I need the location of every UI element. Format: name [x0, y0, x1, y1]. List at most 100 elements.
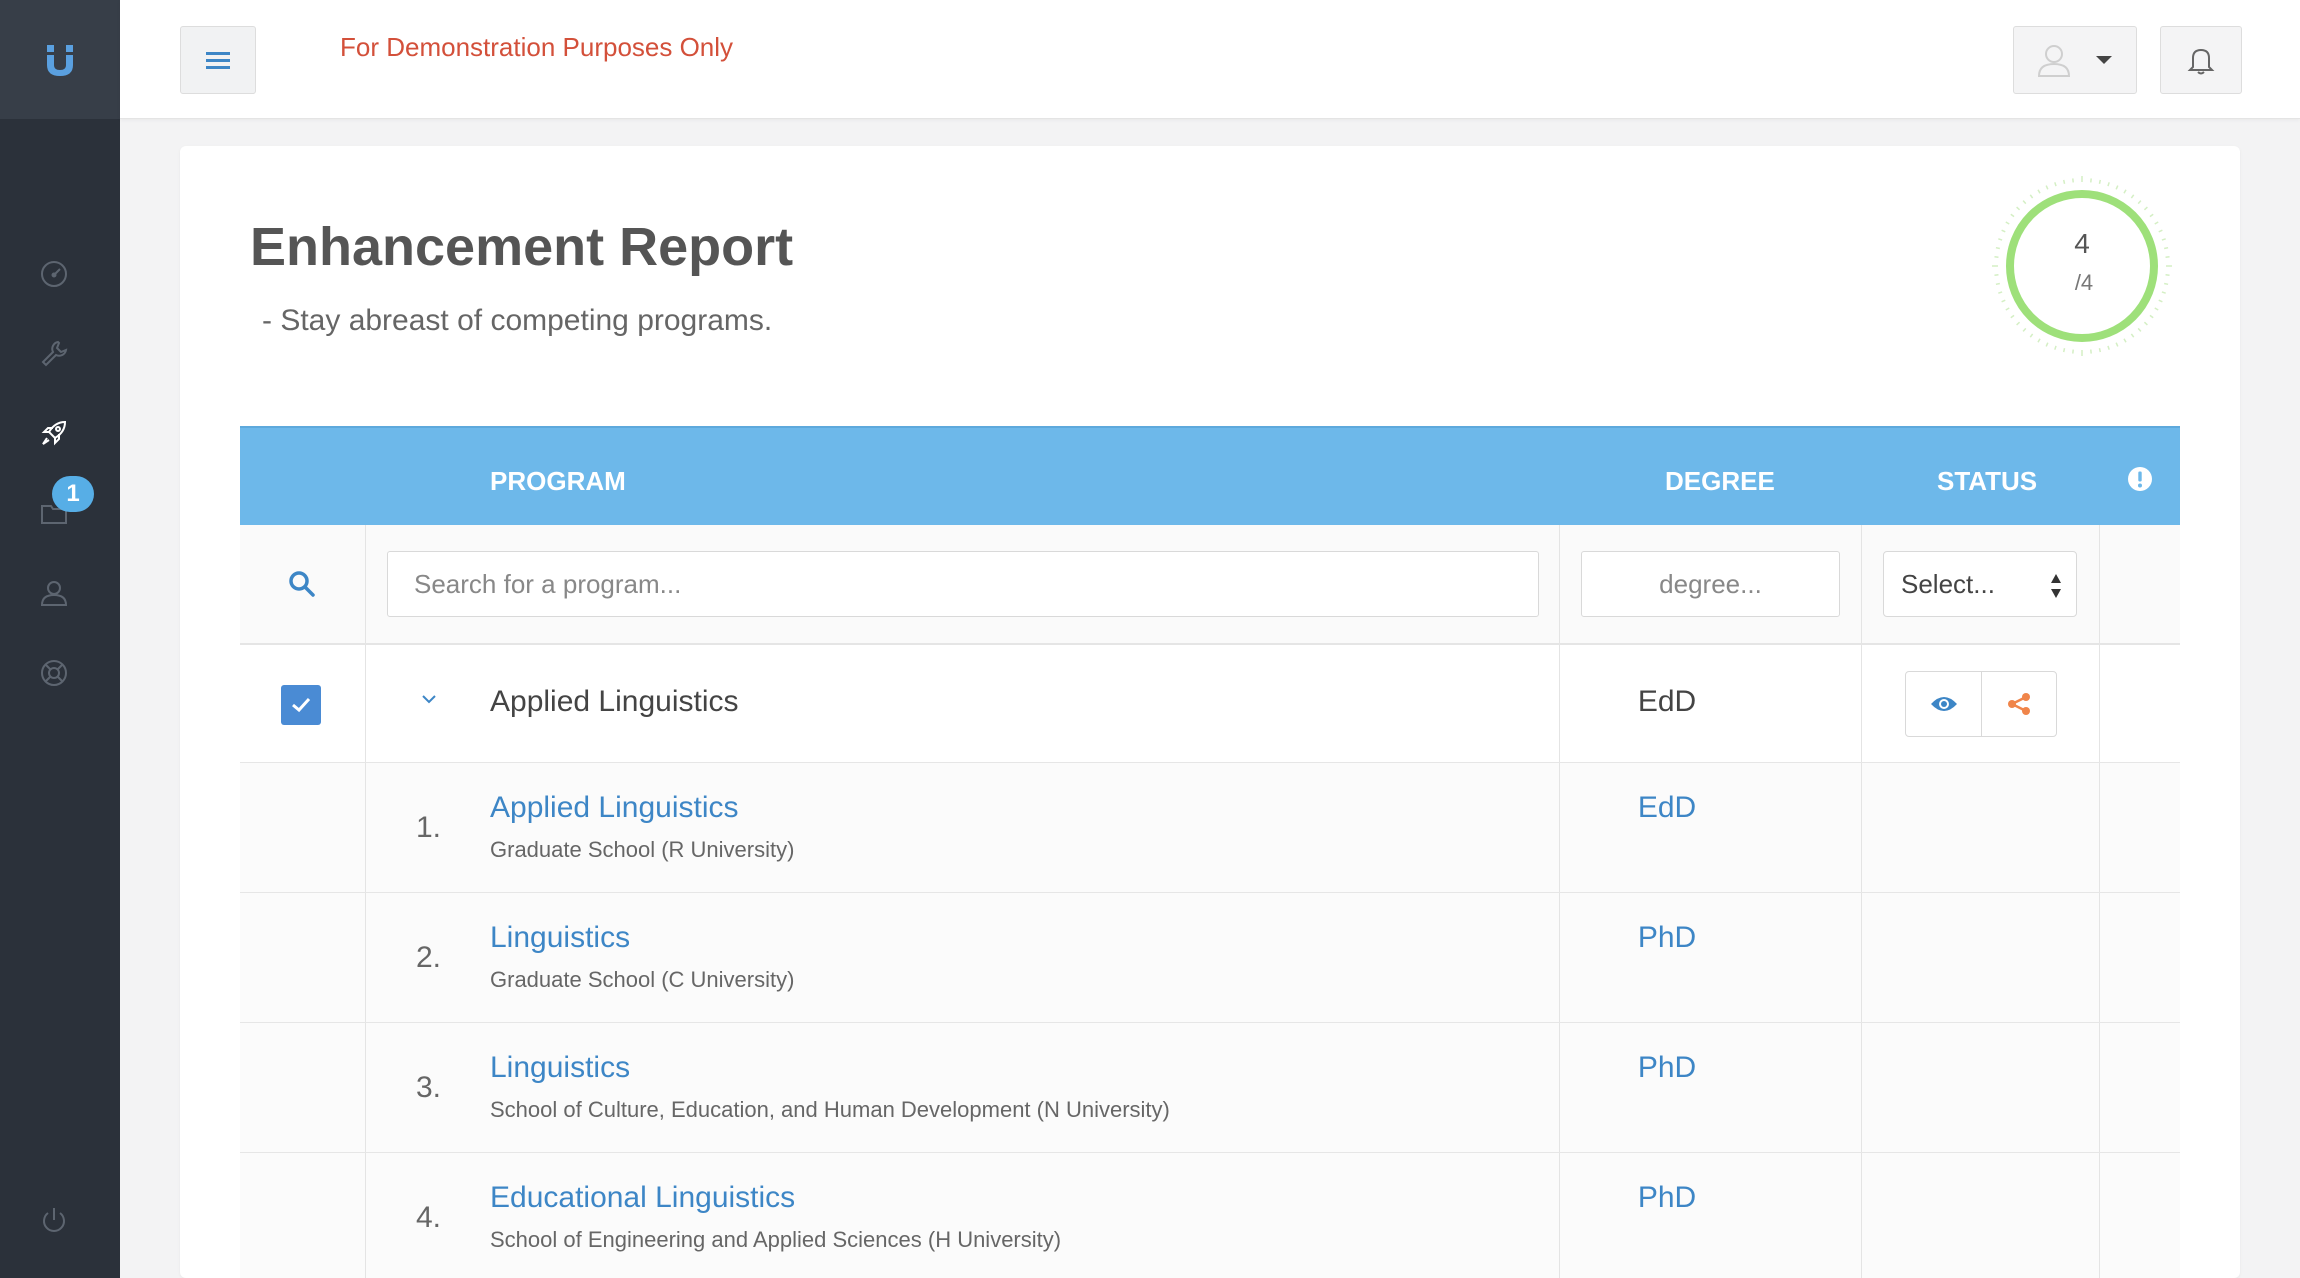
view-button[interactable] [1906, 672, 1981, 736]
table-row-group[interactable]: Applied Linguistics EdD [240, 645, 2180, 763]
progress-tick [2149, 314, 2154, 319]
progress-tick [2022, 200, 2027, 205]
progress-tick [2010, 213, 2015, 218]
bell-icon [2187, 48, 2215, 75]
progress-total: /4 [2074, 270, 2094, 295]
sidebar-item-help[interactable] [37, 656, 71, 690]
status-select[interactable]: Select... [1883, 551, 2077, 617]
sidebar-item-tools[interactable] [37, 336, 71, 370]
progress-tick [2115, 185, 2119, 190]
progress-tick [2107, 182, 2110, 187]
chevron-down-icon[interactable] [420, 693, 438, 705]
column-header-degree[interactable]: DEGREE [1665, 466, 1775, 497]
programs-table: PROGRAM DEGREE STATUS Select... [240, 426, 2180, 1278]
program-link[interactable]: Applied Linguistics [490, 791, 738, 825]
top-bar: For Demonstration Purposes Only [120, 0, 2300, 119]
chevron-down-icon [2096, 56, 2112, 64]
progress-tick [2107, 345, 2110, 350]
table-row[interactable]: 3. Linguistics School of Culture, Educatio… [240, 1023, 2180, 1153]
progress-tick [2149, 213, 2154, 218]
logo[interactable] [0, 0, 120, 119]
degree-link[interactable]: PhD [1587, 1051, 1747, 1085]
report-card: Enhancement Report - Stay abreast of com… [180, 146, 2240, 1278]
table-row[interactable]: 4. Educational Linguistics School of Engin… [240, 1153, 2180, 1278]
program-school: School of Culture, Education, and Human … [490, 1097, 1170, 1122]
user-menu-button[interactable] [2013, 26, 2137, 94]
row-number: 4. [416, 1201, 442, 1234]
progress-arc [2006, 190, 2158, 342]
sidebar-item-logout[interactable] [37, 1203, 71, 1237]
table-row[interactable]: 2. Linguistics Graduate School (C Universi… [240, 893, 2180, 1023]
progress-tick [2158, 299, 2163, 303]
sidebar: 1 [0, 0, 120, 1278]
degree-filter-input[interactable] [1581, 551, 1840, 617]
sidebar-item-profile[interactable] [37, 576, 71, 610]
progress-tick [2054, 182, 2057, 187]
share-icon [2008, 693, 2030, 715]
program-link[interactable]: Linguistics [490, 1051, 630, 1085]
share-button[interactable] [1981, 672, 2056, 736]
progress-tick [2045, 185, 2049, 190]
user-avatar-icon [2037, 45, 2071, 77]
group-program-name: Applied Linguistics [490, 685, 739, 718]
notifications-button[interactable] [2160, 26, 2242, 94]
degree-link[interactable]: PhD [1587, 921, 1747, 955]
progress-tick [2115, 342, 2119, 347]
progress-tick [2029, 333, 2034, 338]
progress-tick [2123, 189, 2127, 194]
progress-tick [2137, 327, 2142, 332]
progress-ring-graphic [1990, 174, 2174, 358]
search-icon [289, 571, 315, 597]
progress-tick [2016, 206, 2021, 211]
progress-tick [2010, 314, 2015, 319]
speedometer-icon [41, 261, 67, 287]
progress-tick [2137, 200, 2142, 205]
progress-tick [2130, 194, 2135, 199]
progress-tick [2154, 307, 2159, 311]
progress-tick [2016, 321, 2021, 326]
filter-row: Select... [240, 525, 2180, 645]
power-icon [43, 1208, 65, 1232]
progress-tick [2029, 194, 2034, 199]
row-checkbox[interactable] [281, 685, 321, 725]
program-school: School of Engineering and Applied Scienc… [490, 1227, 1062, 1252]
table-row[interactable]: 1. Applied Linguistics Graduate School (R … [240, 763, 2180, 893]
program-search-input[interactable] [387, 551, 1539, 617]
progress-tick [2098, 179, 2102, 184]
demo-notice: For Demonstration Purposes Only [340, 32, 734, 62]
hamburger-icon [206, 52, 230, 69]
row-actions [1905, 671, 2057, 737]
user-icon [40, 581, 68, 606]
program-list: 1. Applied Linguistics Graduate School (R … [240, 763, 2180, 1278]
page-title: Enhancement Report [250, 217, 794, 277]
program-link[interactable]: Linguistics [490, 921, 630, 955]
progress-tick [2098, 348, 2102, 353]
program-school: Graduate School (R University) [490, 837, 795, 862]
program-link[interactable]: Educational Linguistics [490, 1181, 795, 1215]
progress-ring: 4 /4 [1990, 174, 2174, 358]
row-number: 2. [416, 941, 442, 974]
column-header-program[interactable]: PROGRAM [490, 466, 626, 497]
u-logo-icon [47, 44, 73, 76]
status-select-value: Select... [1901, 568, 1995, 599]
degree-link[interactable]: PhD [1587, 1181, 1747, 1215]
checkmark-icon [292, 697, 311, 713]
progress-tick [2054, 345, 2057, 350]
rocket-icon [41, 420, 67, 446]
sidebar-item-dashboard[interactable] [37, 257, 71, 291]
group-degree: EdD [1637, 685, 1697, 718]
row-number: 1. [416, 811, 442, 844]
sidebar-item-launch[interactable] [37, 416, 71, 450]
progress-tick [2045, 342, 2049, 347]
eye-icon [1930, 697, 1957, 711]
progress-tick [2037, 189, 2041, 194]
column-header-status[interactable]: STATUS [1937, 466, 2037, 497]
menu-toggle-button[interactable] [180, 26, 256, 94]
select-arrows-icon [2051, 574, 2061, 598]
table-header: PROGRAM DEGREE STATUS [240, 426, 2180, 525]
degree-link[interactable]: EdD [1587, 791, 1747, 825]
progress-tick [2123, 338, 2127, 343]
info-icon[interactable] [2127, 466, 2153, 492]
progress-tick [2005, 307, 2010, 311]
notification-badge: 1 [52, 476, 94, 512]
